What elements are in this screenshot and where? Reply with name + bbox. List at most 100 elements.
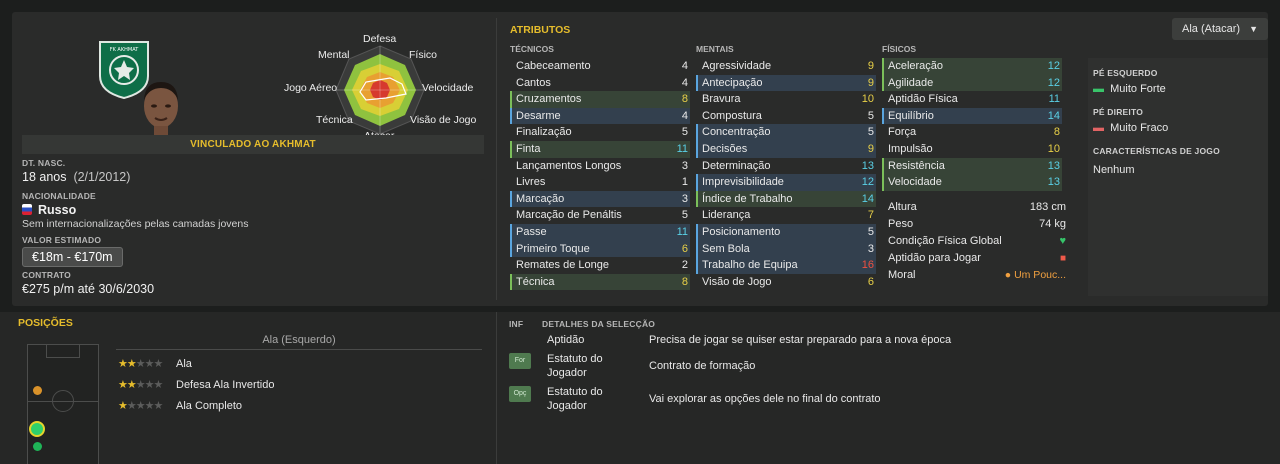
russia-flag-icon[interactable]: [22, 204, 32, 215]
attribute-value: 10: [861, 93, 874, 106]
highlight-bar: [696, 224, 698, 241]
attribute-row-mentais[interactable]: Determinação 13: [696, 158, 876, 175]
attribute-value: 5: [867, 126, 874, 139]
attribute-row-mentais[interactable]: Imprevisibilidade 12: [696, 174, 876, 191]
contract-banner[interactable]: VINCULADO AO AKHMAT: [22, 135, 484, 154]
star-icon: ★: [118, 400, 128, 412]
highlight-bar: [882, 174, 884, 191]
attribute-radar-chart: Defesa Físico Velocidade Visão de Jogo A…: [284, 30, 482, 148]
attribute-name: Resistência: [888, 159, 945, 172]
role-row[interactable]: ★★★★★ Ala Completo: [118, 398, 242, 414]
info-title: Estatuto do Jogador: [547, 353, 603, 379]
attribute-row-tecnicos[interactable]: Cantos 4: [510, 75, 690, 92]
attribute-row-tecnicos[interactable]: Primeiro Toque 6: [510, 240, 690, 258]
moral-row[interactable]: Moral ● Um Pouc...: [888, 267, 1068, 284]
attribute-row-tecnicos[interactable]: Lançamentos Longos 3: [510, 158, 690, 175]
attribute-row-mentais[interactable]: Decisões 9: [696, 141, 876, 158]
attribute-row-mentais[interactable]: Índice de Trabalho 14: [696, 190, 876, 208]
attribute-row-fisicos[interactable]: Equilíbrio 14: [882, 107, 1062, 125]
attribute-row-mentais[interactable]: Trabalho de Equipa 16: [696, 257, 876, 274]
attribute-value: 11: [1048, 93, 1060, 106]
role-dropdown[interactable]: Ala (Atacar) ▼: [1172, 18, 1268, 40]
side-panel: PÉ ESQUERDO ▬ Muito Forte PÉ DIREITO ▬ M…: [1088, 58, 1268, 296]
altura-label: Altura: [888, 201, 917, 213]
attribute-name: Sem Bola: [702, 242, 750, 255]
attribute-row-tecnicos[interactable]: Técnica 8: [510, 273, 690, 291]
contract-value[interactable]: €275 p/m até 30/6/2030: [22, 282, 154, 296]
attribute-value: 6: [867, 275, 874, 288]
status-badge[interactable]: Opç: [509, 386, 531, 402]
left-boot-icon: ▬: [1093, 83, 1104, 95]
status-badge[interactable]: For: [509, 353, 531, 369]
attribute-row-tecnicos[interactable]: Finta 11: [510, 141, 690, 158]
dob-block: DT. NASC. 18 anos (2/1/2012): [22, 158, 130, 184]
attribute-row-fisicos[interactable]: Força 8: [882, 124, 1062, 141]
value-pill[interactable]: €18m - €170m: [22, 247, 123, 267]
attribute-row-mentais[interactable]: Agressividade 9: [696, 58, 876, 75]
role-row[interactable]: ★★★★★ Ala: [118, 356, 192, 372]
moral-value: Um Pouc...: [1014, 269, 1066, 281]
attribute-row-mentais[interactable]: Posicionamento 5: [696, 224, 876, 241]
highlight-bar: [696, 124, 698, 141]
attribute-name: Primeiro Toque: [516, 242, 590, 255]
attribute-value: 6: [681, 242, 688, 255]
fitness-warning-icon: ■: [1059, 253, 1066, 264]
attribute-row-mentais[interactable]: Concentração 5: [696, 124, 876, 141]
position-dot-wb-selected[interactable]: [29, 421, 45, 437]
attribute-row-tecnicos[interactable]: Desarme 4: [510, 107, 690, 125]
position-dot-dl[interactable]: [33, 442, 42, 451]
radar-label-visao: Visão de Jogo: [410, 114, 477, 126]
highlight-bar: [510, 224, 512, 241]
attribute-row-tecnicos[interactable]: Marcação de Penáltis 5: [510, 207, 690, 224]
attribute-row-mentais[interactable]: Visão de Jogo 6: [696, 274, 876, 291]
fisicos-label: FÍSICOS: [882, 44, 917, 54]
attribute-row-tecnicos[interactable]: Cabeceamento 4: [510, 58, 690, 75]
attribute-row-mentais[interactable]: Sem Bola 3: [696, 240, 876, 258]
highlight-bar: [696, 141, 698, 158]
altura-value: 183 cm: [1029, 201, 1066, 213]
nationality-value[interactable]: Russo: [38, 203, 76, 217]
attribute-row-tecnicos[interactable]: Finalização 5: [510, 124, 690, 141]
aptidao-row[interactable]: Aptidão para Jogar ■: [888, 250, 1068, 267]
star-icon: ★: [126, 379, 137, 391]
left-foot-value: Muito Forte: [1110, 83, 1166, 95]
peso-row: Peso 74 kg: [888, 216, 1068, 233]
attribute-row-mentais[interactable]: Bravura 10: [696, 91, 876, 108]
attribute-row-tecnicos[interactable]: Livres 1: [510, 174, 690, 191]
attribute-row-tecnicos[interactable]: Cruzamentos 8: [510, 91, 690, 108]
attribute-row-fisicos[interactable]: Aceleração 12: [882, 58, 1062, 75]
attribute-row-tecnicos[interactable]: Passe 11: [510, 224, 690, 241]
attribute-value: 4: [681, 109, 688, 122]
radar-label-mental: Mental: [318, 49, 350, 61]
highlight-bar: [510, 240, 512, 258]
attribute-row-fisicos[interactable]: Velocidade 13: [882, 174, 1062, 191]
attribute-row-fisicos[interactable]: Resistência 13: [882, 157, 1062, 175]
position-dot-am[interactable]: [33, 386, 42, 395]
moral-label: Moral: [888, 269, 916, 281]
attribute-row-tecnicos[interactable]: Remates de Longe 2: [510, 257, 690, 274]
mentais-label: MENTAIS: [696, 44, 734, 54]
dob-value: (2/1/2012): [73, 170, 131, 184]
attribute-value: 13: [1047, 159, 1060, 172]
selected-position[interactable]: Ala (Esquerdo): [116, 334, 482, 350]
attribute-row-mentais[interactable]: Compostura 5: [696, 108, 876, 125]
role-row[interactable]: ★★★★★ Defesa Ala Invertido: [118, 377, 274, 393]
condicao-row[interactable]: Condição Física Global ♥: [888, 233, 1068, 250]
star-icon: ★: [118, 379, 128, 391]
attribute-row-mentais[interactable]: Liderança 7: [696, 207, 876, 224]
star-icon: ★: [153, 400, 164, 412]
attribute-row-fisicos[interactable]: Impulsão 10: [882, 141, 1062, 158]
attribute-row-fisicos[interactable]: Aptidão Física 11: [882, 91, 1062, 108]
attribute-name: Cruzamentos: [516, 93, 582, 106]
caps-text: Sem internacionalizações pelas camadas j…: [22, 218, 249, 230]
role-dropdown-label: Ala (Atacar): [1182, 23, 1241, 35]
altura-row: Altura 183 cm: [888, 199, 1068, 216]
attribute-value: 4: [681, 76, 688, 89]
peso-value: 74 kg: [1039, 218, 1066, 230]
attribute-row-tecnicos[interactable]: Marcação 3: [510, 190, 690, 208]
attribute-name: Índice de Trabalho: [702, 192, 793, 205]
attribute-name: Agilidade: [888, 76, 934, 89]
attribute-row-fisicos[interactable]: Agilidade 12: [882, 74, 1062, 92]
attribute-row-mentais[interactable]: Antecipação 9: [696, 74, 876, 92]
highlight-bar: [882, 107, 884, 125]
